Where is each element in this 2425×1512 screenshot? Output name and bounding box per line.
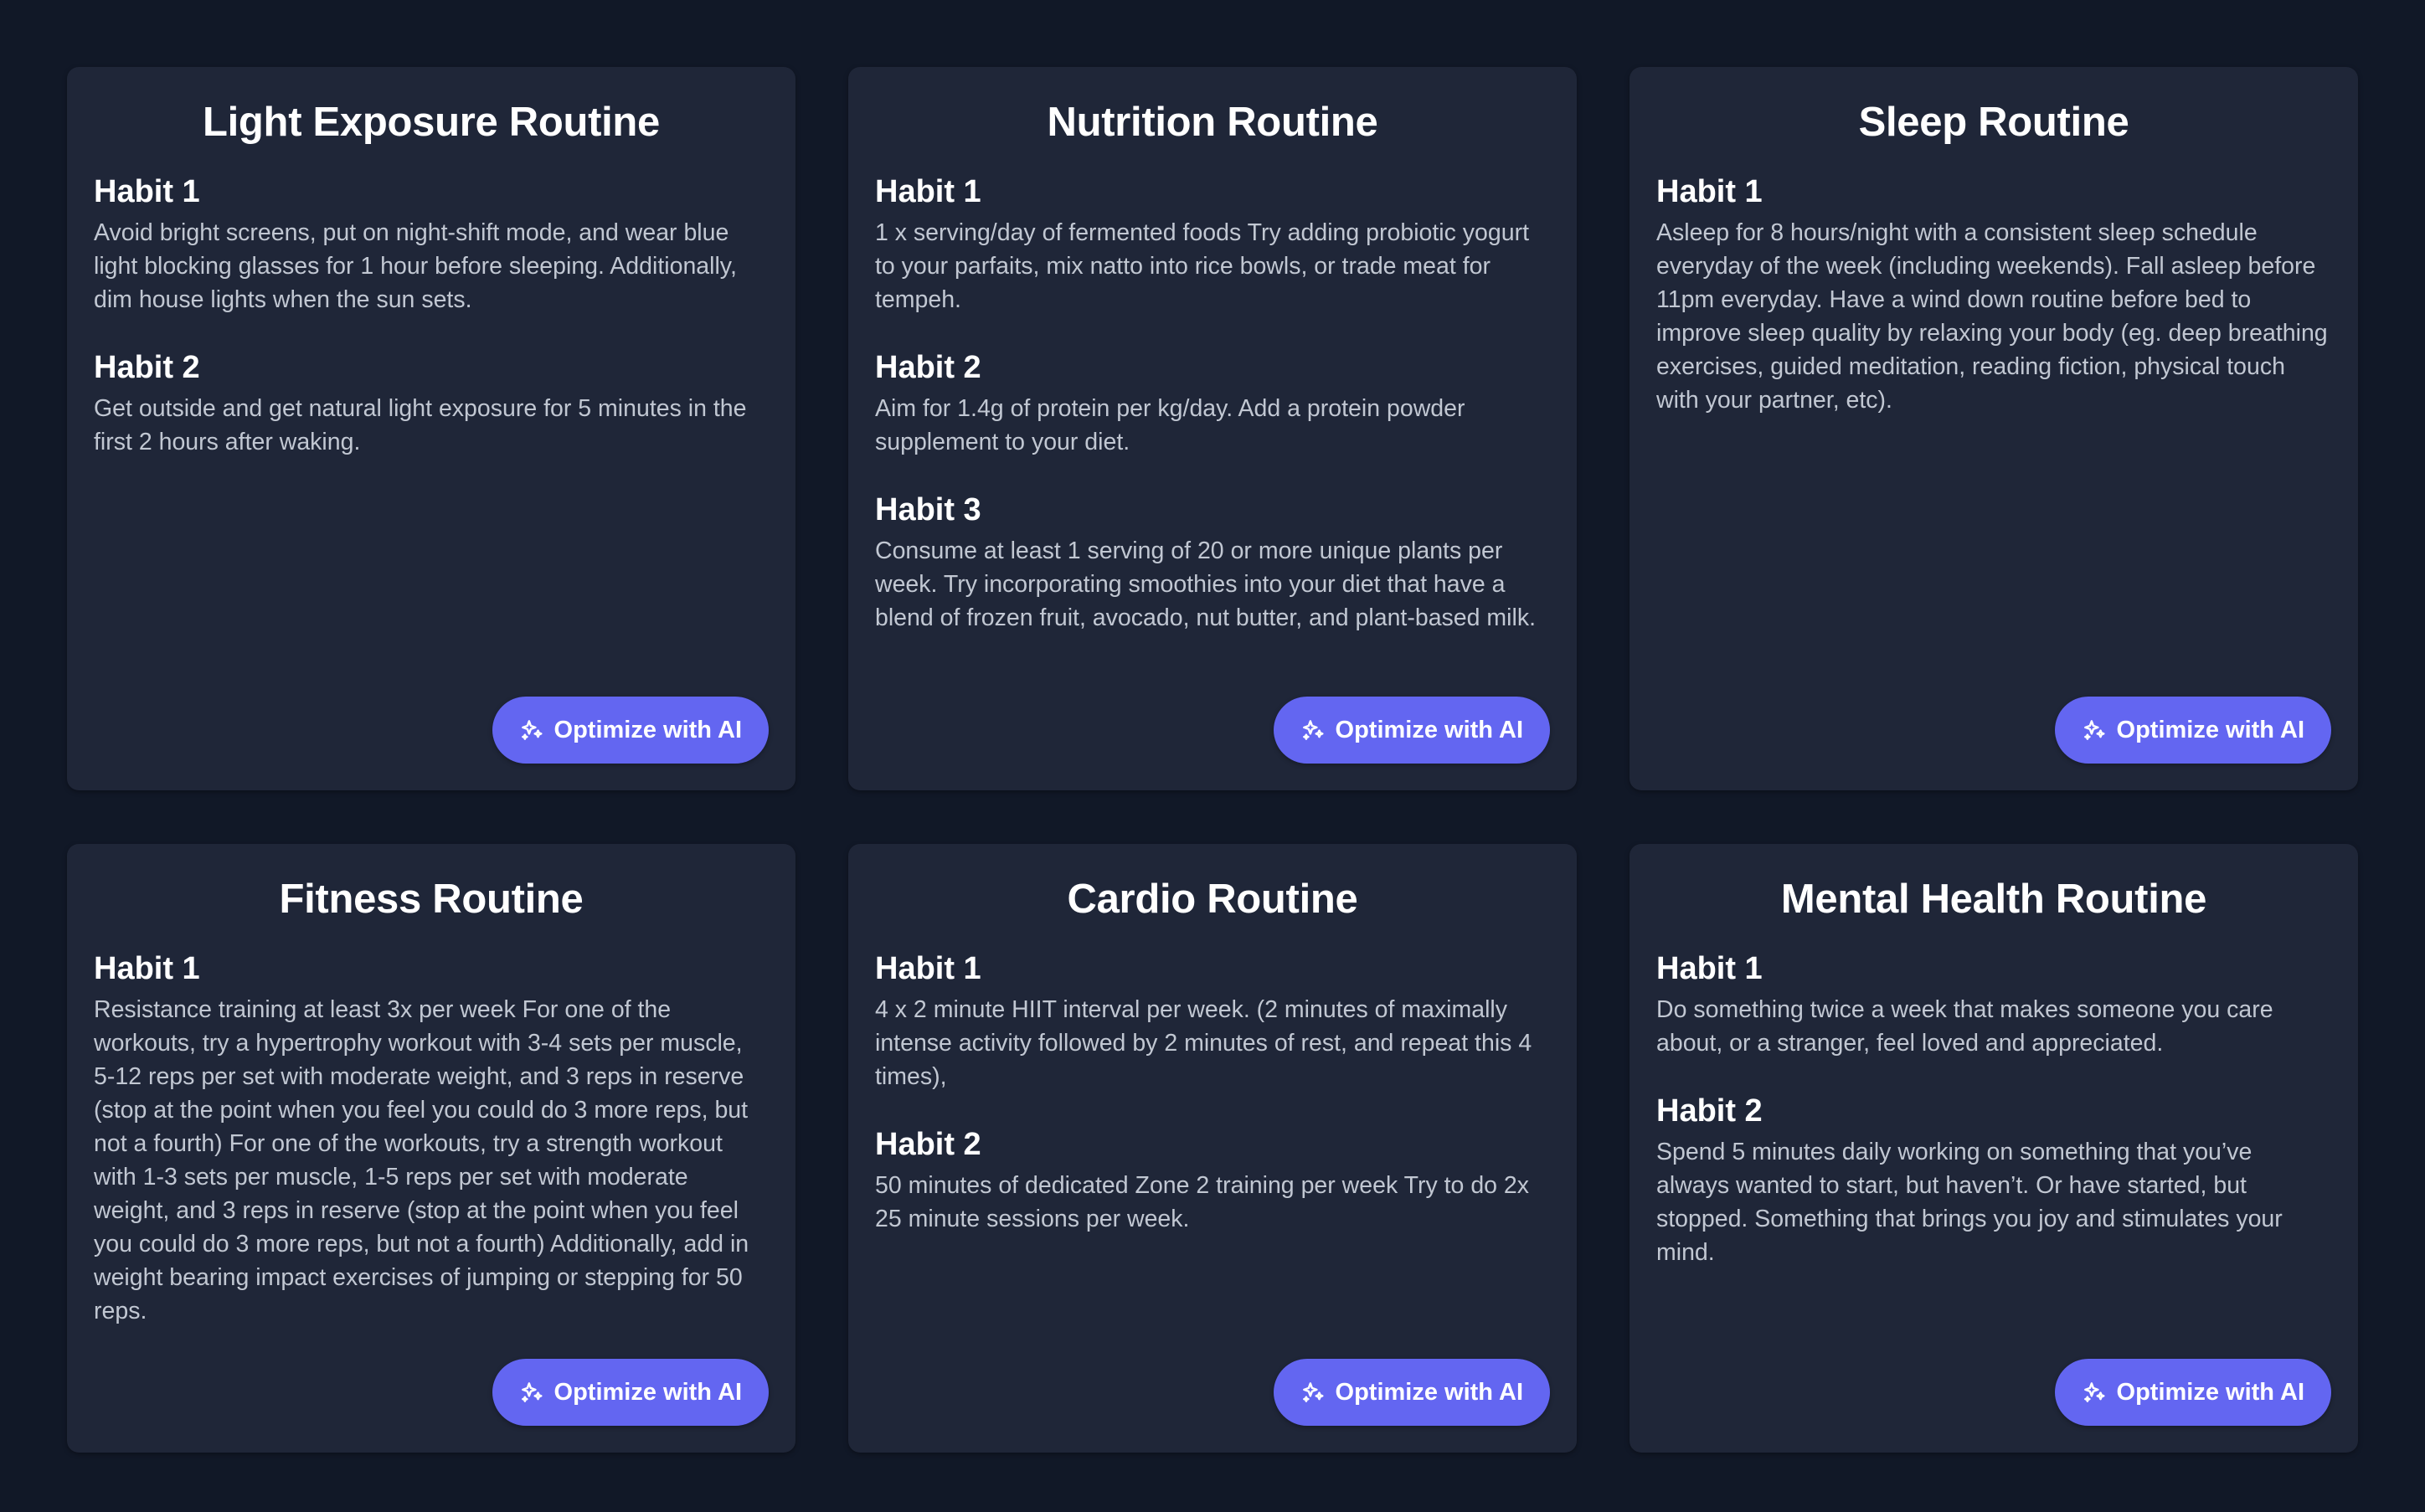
habit-text: Avoid bright screens, put on night-shift…: [94, 219, 737, 313]
habit-text: Resistance training at least 3x per week…: [94, 996, 749, 1324]
optimize-with-ai-button[interactable]: Optimize with AI: [1273, 1359, 1550, 1426]
routine-card-sleep: Sleep Routine Habit 1 Asleep for 8 hours…: [1630, 67, 2358, 790]
routine-card-fitness: Fitness Routine Habit 1 Resistance train…: [67, 844, 795, 1453]
button-label: Optimize with AI: [2116, 716, 2304, 743]
optimize-with-ai-button[interactable]: Optimize with AI: [1273, 697, 1550, 764]
sparkles-icon: [1300, 1380, 1326, 1405]
button-label: Optimize with AI: [553, 1378, 742, 1406]
routine-card-light-exposure: Light Exposure Routine Habit 1 Avoid bri…: [67, 67, 795, 790]
sparkles-icon: [519, 1380, 544, 1405]
habit-title: Habit 3: [875, 492, 981, 527]
optimize-with-ai-button[interactable]: Optimize with AI: [492, 697, 769, 764]
habit-text: Aim for 1.4g of protein per kg/day. Add …: [875, 395, 1465, 455]
routine-grid: Light Exposure Routine Habit 1 Avoid bri…: [67, 67, 2358, 1453]
optimize-with-ai-button[interactable]: Optimize with AI: [2054, 697, 2331, 764]
habit-item: Habit 1 Avoid bright screens, put on nig…: [94, 172, 769, 316]
optimize-with-ai-button[interactable]: Optimize with AI: [2054, 1359, 2331, 1426]
habit-item: Habit 2 50 minutes of dedicated Zone 2 t…: [875, 1125, 1550, 1236]
sparkles-icon: [1300, 717, 1326, 743]
button-label: Optimize with AI: [2116, 1378, 2304, 1406]
habit-title: Habit 2: [94, 350, 200, 385]
sparkles-icon: [2082, 717, 2107, 743]
habit-text: Do something twice a week that makes som…: [1656, 996, 2273, 1057]
card-title: Fitness Routine: [279, 877, 584, 922]
routine-card-nutrition: Nutrition Routine Habit 1 1 x serving/da…: [848, 67, 1577, 790]
optimize-with-ai-button[interactable]: Optimize with AI: [492, 1359, 769, 1426]
habit-item: Habit 1 Asleep for 8 hours/night with a …: [1656, 172, 2331, 417]
card-title: Light Exposure Routine: [202, 100, 660, 145]
routine-card-cardio: Cardio Routine Habit 1 4 x 2 minute HIIT…: [848, 844, 1577, 1453]
button-label: Optimize with AI: [553, 716, 742, 743]
habit-item: Habit 2 Spend 5 minutes daily working on…: [1656, 1092, 2331, 1269]
habit-title: Habit 2: [875, 1127, 981, 1162]
habit-title: Habit 2: [875, 350, 981, 385]
habit-item: Habit 1 4 x 2 minute HIIT interval per w…: [875, 949, 1550, 1093]
habit-item: Habit 3 Consume at least 1 serving of 20…: [875, 491, 1550, 635]
habit-title: Habit 1: [94, 174, 200, 209]
card-title: Cardio Routine: [1067, 877, 1358, 922]
button-label: Optimize with AI: [1335, 716, 1523, 743]
habit-text: Consume at least 1 serving of 20 or more…: [875, 537, 1536, 631]
habit-text: 4 x 2 minute HIIT interval per week. (2 …: [875, 996, 1532, 1090]
card-title: Mental Health Routine: [1780, 877, 2207, 922]
habit-item: Habit 2 Get outside and get natural ligh…: [94, 348, 769, 459]
habit-title: Habit 1: [1656, 174, 1763, 209]
habit-text: Asleep for 8 hours/night with a consiste…: [1656, 219, 2328, 414]
habit-item: Habit 1 Resistance training at least 3x …: [94, 949, 769, 1328]
habit-text: Get outside and get natural light exposu…: [94, 395, 747, 455]
habit-item: Habit 1 Do something twice a week that m…: [1656, 949, 2331, 1060]
habit-item: Habit 1 1 x serving/day of fermented foo…: [875, 172, 1550, 316]
habit-title: Habit 1: [875, 951, 981, 986]
card-title: Sleep Routine: [1858, 100, 2129, 145]
button-label: Optimize with AI: [1335, 1378, 1523, 1406]
habit-title: Habit 2: [1656, 1093, 1763, 1129]
routine-card-mental-health: Mental Health Routine Habit 1 Do somethi…: [1630, 844, 2358, 1453]
habit-title: Habit 1: [875, 174, 981, 209]
card-title: Nutrition Routine: [1047, 100, 1378, 145]
sparkles-icon: [2082, 1380, 2107, 1405]
habit-text: Spend 5 minutes daily working on somethi…: [1656, 1139, 2283, 1266]
habit-text: 50 minutes of dedicated Zone 2 training …: [875, 1172, 1530, 1232]
habit-title: Habit 1: [94, 951, 200, 986]
habit-title: Habit 1: [1656, 951, 1763, 986]
sparkles-icon: [519, 717, 544, 743]
habit-text: 1 x serving/day of fermented foods Try a…: [875, 219, 1530, 313]
habit-item: Habit 2 Aim for 1.4g of protein per kg/d…: [875, 348, 1550, 459]
